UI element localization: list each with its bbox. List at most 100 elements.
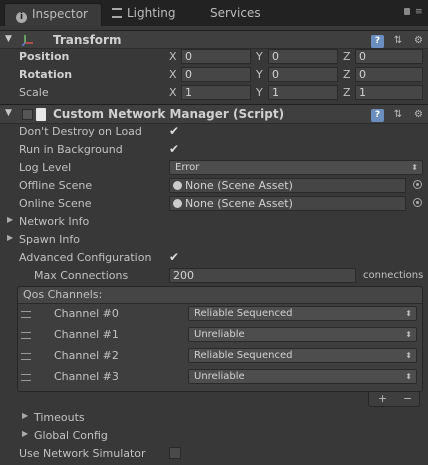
- global-config-row[interactable]: ▶ Global Config: [0, 427, 428, 445]
- channel-label: Channel #2: [54, 349, 119, 362]
- fold-right-icon[interactable]: ▶: [22, 429, 28, 438]
- qos-list-footer: + −: [368, 392, 420, 407]
- scene-asset-icon: [173, 199, 182, 208]
- network-info-row[interactable]: ▶ Network Info: [0, 213, 428, 231]
- transform-icon: [21, 34, 34, 47]
- channel-qos-dropdown[interactable]: Reliable Sequenced ⬍: [188, 306, 417, 321]
- presets-icon[interactable]: ⇅: [392, 34, 405, 47]
- use-network-simulator-row: Use Network Simulator: [0, 445, 428, 463]
- settings-icon[interactable]: ⚙: [412, 108, 425, 121]
- dropdown-arrow-icon: ⬍: [411, 163, 418, 172]
- global-config-label[interactable]: Global Config: [34, 429, 108, 442]
- offline-scene-label: Offline Scene: [19, 179, 93, 192]
- position-x-field[interactable]: 0: [181, 49, 251, 64]
- advanced-configuration-label: Advanced Configuration: [19, 251, 152, 264]
- tab-lighting[interactable]: Lighting: [112, 3, 192, 26]
- axis-z-label[interactable]: Z: [343, 86, 351, 99]
- tab-services[interactable]: Services: [210, 3, 280, 26]
- axis-x-label[interactable]: X: [169, 68, 177, 81]
- scale-y-field[interactable]: 1: [268, 85, 338, 100]
- help-icon[interactable]: ?: [371, 109, 384, 122]
- run-in-background-checkbox[interactable]: ✔: [169, 143, 181, 155]
- axis-y-label[interactable]: Y: [256, 68, 263, 81]
- drag-handle-icon[interactable]: [21, 353, 31, 360]
- add-channel-button[interactable]: +: [378, 392, 387, 405]
- remove-channel-button[interactable]: −: [403, 392, 412, 405]
- offline-scene-field[interactable]: None (Scene Asset): [169, 178, 406, 193]
- dropdown-value: Unreliable: [194, 371, 245, 382]
- qos-channels-title: Qos Channels:: [23, 288, 103, 301]
- online-scene-row: Online Scene None (Scene Asset): [0, 195, 428, 213]
- dont-destroy-row: Don't Destroy on Load ✔: [0, 123, 428, 141]
- axis-x-label[interactable]: X: [169, 86, 177, 99]
- rotation-row: Rotation X 0 Y 0 Z 0: [0, 66, 428, 84]
- log-level-row: Log Level Error ⬍: [0, 159, 428, 177]
- fold-down-icon[interactable]: ▼: [5, 34, 12, 44]
- channel-label: Channel #0: [54, 307, 119, 320]
- max-connections-label[interactable]: Max Connections: [34, 269, 128, 282]
- dont-destroy-checkbox[interactable]: ✔: [169, 125, 181, 137]
- dropdown-value: Unreliable: [194, 329, 245, 340]
- scale-label[interactable]: Scale: [19, 86, 49, 99]
- settings-icon[interactable]: ⚙: [412, 34, 425, 47]
- channel-qos-dropdown[interactable]: Unreliable ⬍: [188, 327, 417, 342]
- dropdown-arrow-icon: ⬍: [405, 330, 412, 339]
- rotation-x-field[interactable]: 0: [181, 67, 251, 82]
- position-y-field[interactable]: 0: [268, 49, 338, 64]
- axis-z-label[interactable]: Z: [343, 68, 351, 81]
- list-item: Channel #2 Reliable Sequenced ⬍: [0, 347, 428, 365]
- scene-asset-icon: [173, 181, 182, 190]
- rotation-label[interactable]: Rotation: [19, 68, 72, 81]
- log-level-label: Log Level: [19, 161, 72, 174]
- presets-icon[interactable]: ⇅: [392, 108, 405, 121]
- transform-header[interactable]: ▼ Transform ? ⇅ ⚙: [0, 30, 428, 49]
- network-manager-header[interactable]: ▼ Custom Network Manager (Script) ? ⇅ ⚙: [0, 104, 428, 124]
- tab-inspector[interactable]: i Inspector: [4, 3, 102, 26]
- timeouts-label[interactable]: Timeouts: [34, 411, 85, 424]
- list-item: Channel #3 Unreliable ⬍: [0, 368, 428, 386]
- help-icon[interactable]: ?: [371, 35, 384, 48]
- max-connections-field[interactable]: 200: [169, 268, 356, 283]
- rotation-z-field[interactable]: 0: [355, 67, 423, 82]
- lighting-icon: [112, 8, 122, 18]
- position-z-field[interactable]: 0: [355, 49, 423, 64]
- dropdown-arrow-icon: ⬍: [405, 309, 412, 318]
- fold-right-icon[interactable]: ▶: [7, 215, 13, 224]
- timeouts-row[interactable]: ▶ Timeouts: [0, 409, 428, 427]
- channel-label: Channel #1: [54, 328, 119, 341]
- rotation-y-field[interactable]: 0: [268, 67, 338, 82]
- spawn-info-row[interactable]: ▶ Spawn Info: [0, 231, 428, 249]
- object-picker-icon[interactable]: [413, 198, 422, 207]
- axis-x-label[interactable]: X: [169, 50, 177, 63]
- fold-down-icon[interactable]: ▼: [5, 108, 12, 118]
- scale-x-field[interactable]: 1: [181, 85, 251, 100]
- dropdown-arrow-icon: ⬍: [405, 351, 412, 360]
- drag-handle-icon[interactable]: [21, 332, 31, 339]
- advanced-configuration-checkbox[interactable]: ✔: [169, 251, 181, 263]
- tab-label: Inspector: [32, 7, 88, 21]
- qos-channels-header: Qos Channels:: [18, 287, 422, 304]
- fold-right-icon[interactable]: ▶: [7, 233, 13, 242]
- menu-icon[interactable]: ≡: [415, 7, 425, 17]
- channel-qos-dropdown[interactable]: Reliable Sequenced ⬍: [188, 348, 417, 363]
- network-info-label[interactable]: Network Info: [19, 215, 89, 228]
- scale-z-field[interactable]: 1: [355, 85, 423, 100]
- position-label[interactable]: Position: [19, 50, 69, 63]
- axis-y-label[interactable]: Y: [256, 50, 263, 63]
- object-picker-icon[interactable]: [413, 180, 422, 189]
- use-network-simulator-checkbox[interactable]: [169, 447, 181, 459]
- channel-qos-dropdown[interactable]: Unreliable ⬍: [188, 369, 417, 384]
- offline-scene-row: Offline Scene None (Scene Asset): [0, 177, 428, 195]
- fold-right-icon[interactable]: ▶: [22, 411, 28, 420]
- dropdown-value: Reliable Sequenced: [194, 350, 293, 361]
- checkbox-enabled[interactable]: [22, 109, 33, 120]
- drag-handle-icon[interactable]: [21, 374, 31, 381]
- axis-z-label[interactable]: Z: [343, 50, 351, 63]
- drag-handle-icon[interactable]: [21, 311, 31, 318]
- online-scene-field[interactable]: None (Scene Asset): [169, 196, 406, 211]
- log-level-dropdown[interactable]: Error ⬍: [169, 160, 423, 175]
- axis-y-label[interactable]: Y: [256, 86, 263, 99]
- dropdown-value: Reliable Sequenced: [194, 308, 293, 319]
- lock-icon[interactable]: [404, 8, 410, 15]
- spawn-info-label[interactable]: Spawn Info: [19, 233, 80, 246]
